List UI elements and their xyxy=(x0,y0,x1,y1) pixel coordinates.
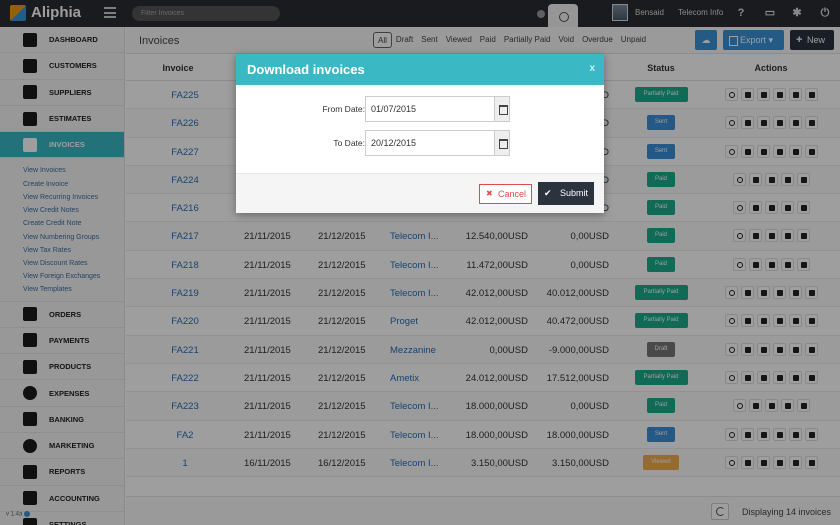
dialog-footer: Cancel Submit xyxy=(236,173,604,213)
from-date-row: From Date: xyxy=(236,96,604,122)
from-date-input[interactable] xyxy=(365,96,494,122)
cancel-button[interactable]: Cancel xyxy=(479,184,532,204)
from-date-label: From Date: xyxy=(322,104,365,114)
calendar-icon[interactable] xyxy=(494,96,510,122)
calendar-icon[interactable] xyxy=(494,130,510,156)
close-icon[interactable]: x xyxy=(589,63,595,74)
to-date-row: To Date: xyxy=(236,130,604,156)
to-date-input[interactable] xyxy=(365,130,494,156)
dialog-header: Download invoices x xyxy=(236,54,604,85)
submit-button[interactable]: Submit xyxy=(538,182,594,205)
dialog-title: Download invoices xyxy=(247,62,365,77)
to-date-label: To Date: xyxy=(333,138,365,148)
download-invoices-dialog: Download invoices x From Date: To Date: … xyxy=(236,54,604,213)
